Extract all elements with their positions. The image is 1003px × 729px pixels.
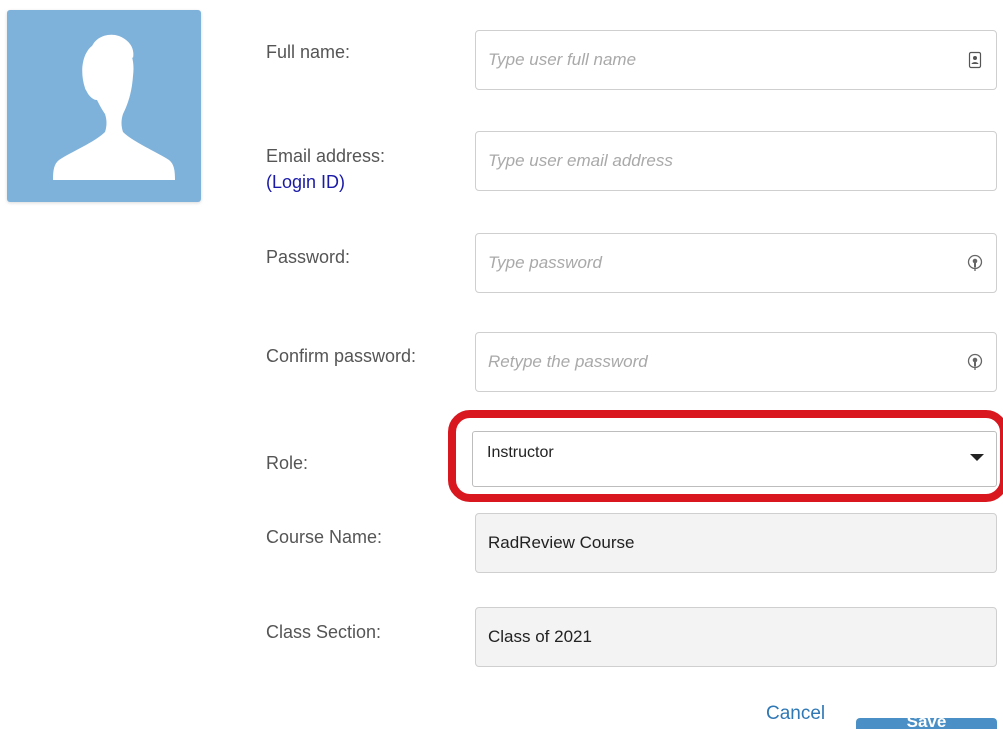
full-name-input[interactable] — [476, 31, 996, 89]
class-section-label: Class Section: — [266, 622, 382, 642]
password-key-icon — [967, 254, 983, 271]
course-name-label: Course Name: — [266, 527, 383, 547]
save-button-label: Save — [906, 712, 947, 729]
save-button[interactable]: Save — [856, 712, 997, 729]
role-select[interactable]: Instructor — [472, 431, 997, 487]
email-field[interactable] — [475, 131, 997, 191]
role-selected-value: Instructor — [487, 444, 554, 461]
contact-card-icon — [968, 51, 982, 69]
avatar — [7, 10, 201, 202]
confirm-password-label: Confirm password: — [266, 346, 417, 366]
class-section-value: Class of 2021 — [488, 627, 592, 646]
chevron-down-icon — [970, 454, 984, 461]
class-section-field[interactable]: Class of 2021 — [475, 607, 997, 667]
password-label: Password: — [266, 247, 351, 267]
full-name-field[interactable] — [475, 30, 997, 90]
cancel-button[interactable]: Cancel — [766, 703, 825, 725]
password-input[interactable] — [476, 234, 996, 292]
course-name-value: RadReview Course — [488, 533, 635, 552]
confirm-password-field[interactable] — [475, 332, 997, 392]
email-label: Email address: — [266, 146, 386, 166]
role-label: Role: — [266, 453, 309, 473]
user-form-page: Full name: Email address: (Login ID) Pas… — [0, 0, 1003, 729]
email-input[interactable] — [476, 132, 996, 190]
login-id-label: (Login ID) — [266, 172, 346, 192]
confirm-password-input[interactable] — [476, 333, 996, 391]
password-key-icon — [967, 353, 983, 370]
user-silhouette-icon — [53, 34, 175, 180]
full-name-label: Full name: — [266, 42, 351, 62]
password-field[interactable] — [475, 233, 997, 293]
course-name-field[interactable]: RadReview Course — [475, 513, 997, 573]
